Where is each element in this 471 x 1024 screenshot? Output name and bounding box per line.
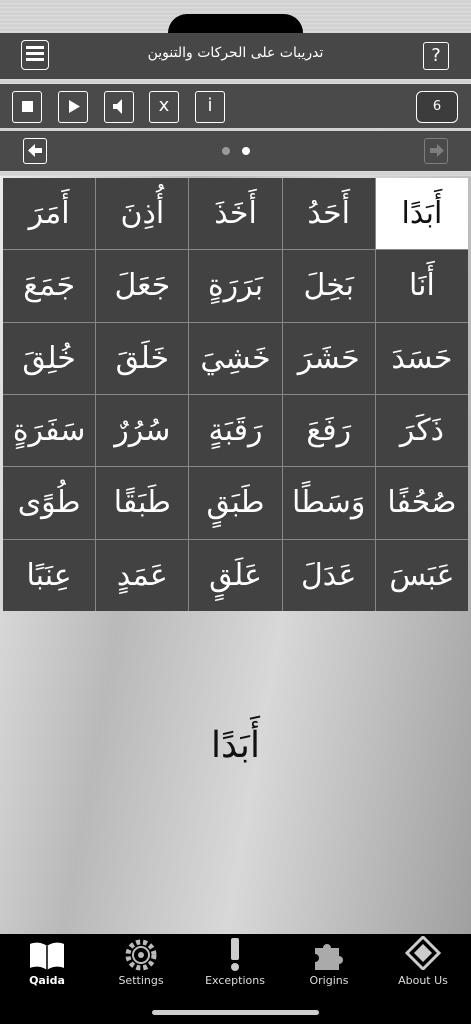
gear-icon bbox=[125, 939, 157, 971]
word-cell[interactable]: خَلَقَ bbox=[96, 322, 189, 394]
word-cell[interactable]: خَشِيَ bbox=[189, 322, 282, 394]
tab-label: Origins bbox=[309, 974, 349, 987]
tab-qaida[interactable]: Qaida bbox=[0, 934, 94, 994]
word-cell[interactable]: خُلِقَ bbox=[3, 322, 96, 394]
word-cell[interactable]: بَرَرَةٍ bbox=[189, 250, 282, 322]
word-cell-selected[interactable]: أَبَدًا bbox=[375, 178, 468, 250]
page-indicator bbox=[222, 147, 250, 155]
word-cell[interactable]: عَلَقٍ bbox=[189, 539, 282, 611]
word-cell[interactable]: رَفَعَ bbox=[282, 395, 375, 467]
word-cell[interactable]: أَنَا bbox=[375, 250, 468, 322]
word-cell[interactable]: جَعَلَ bbox=[96, 250, 189, 322]
arrow-right-icon bbox=[429, 144, 444, 157]
word-cell[interactable]: سُرُرٌ bbox=[96, 395, 189, 467]
tab-exceptions[interactable]: Exceptions bbox=[188, 934, 282, 994]
diamond-icon bbox=[404, 936, 442, 970]
tab-label: About Us bbox=[398, 974, 448, 987]
play-button[interactable] bbox=[58, 91, 88, 123]
word-cell[interactable]: وَسَطًا bbox=[282, 467, 375, 539]
page-dot-active bbox=[242, 147, 250, 155]
word-cell[interactable]: حَشَرَ bbox=[282, 322, 375, 394]
book-icon bbox=[30, 942, 64, 970]
word-cell[interactable]: أَمَرَ bbox=[3, 178, 96, 250]
word-cell[interactable]: عَمَدٍ bbox=[96, 539, 189, 611]
info-button[interactable]: i bbox=[195, 91, 225, 123]
word-cell[interactable]: أُذِنَ bbox=[96, 178, 189, 250]
word-cell[interactable]: أَحَدُ bbox=[282, 178, 375, 250]
previous-page-button[interactable] bbox=[23, 138, 47, 164]
page-dot bbox=[222, 147, 230, 155]
tab-label: Exceptions bbox=[205, 974, 265, 987]
tab-label: Qaida bbox=[29, 974, 65, 987]
stop-icon bbox=[21, 101, 33, 112]
help-button[interactable]: ? bbox=[423, 42, 449, 70]
puzzle-icon bbox=[315, 944, 343, 970]
tab-label: Settings bbox=[118, 974, 164, 987]
word-cell[interactable]: سَفَرَةٍ bbox=[3, 395, 96, 467]
word-cell[interactable]: طَبَقًا bbox=[96, 467, 189, 539]
word-cell[interactable]: ذَكَرَ bbox=[375, 395, 468, 467]
speaker-icon bbox=[112, 99, 122, 114]
tab-origins[interactable]: Origins bbox=[282, 934, 376, 994]
play-icon bbox=[68, 100, 80, 113]
word-cell[interactable]: عَبَسَ bbox=[375, 539, 468, 611]
next-page-button[interactable] bbox=[424, 138, 448, 164]
word-grid: أَبَدًا أَحَدُ أَخَذَ أُذِنَ أَمَرَ أَنَا بَخِ… bbox=[3, 178, 468, 611]
page-title: تدريبات على الحركات والتنوين bbox=[147, 45, 324, 61]
selected-word-display: أَبَدًا bbox=[211, 725, 260, 766]
word-cell[interactable]: أَخَذَ bbox=[189, 178, 282, 250]
sound-button[interactable] bbox=[104, 91, 134, 123]
word-cell[interactable]: بَخِلَ bbox=[282, 250, 375, 322]
clear-button[interactable]: x bbox=[149, 91, 179, 123]
word-cell[interactable]: عَدَلَ bbox=[282, 539, 375, 611]
arrow-left-icon bbox=[27, 144, 42, 157]
repeat-count-field[interactable]: 6 bbox=[416, 91, 458, 123]
word-cell[interactable]: رَقَبَةٍ bbox=[189, 395, 282, 467]
tab-about-us[interactable]: About Us bbox=[376, 934, 470, 994]
word-cell[interactable]: حَسَدَ bbox=[375, 322, 468, 394]
tab-settings[interactable]: Settings bbox=[94, 934, 188, 994]
word-cell[interactable]: طُوًى bbox=[3, 467, 96, 539]
word-cell[interactable]: صُحُفًا bbox=[375, 467, 468, 539]
stop-button[interactable] bbox=[12, 91, 42, 123]
word-cell[interactable]: عِنَبًا bbox=[3, 539, 96, 611]
word-cell[interactable]: جَمَعَ bbox=[3, 250, 96, 322]
home-indicator[interactable] bbox=[152, 1010, 319, 1015]
exclamation-icon bbox=[231, 938, 239, 971]
word-cell[interactable]: طَبَقٍ bbox=[189, 467, 282, 539]
